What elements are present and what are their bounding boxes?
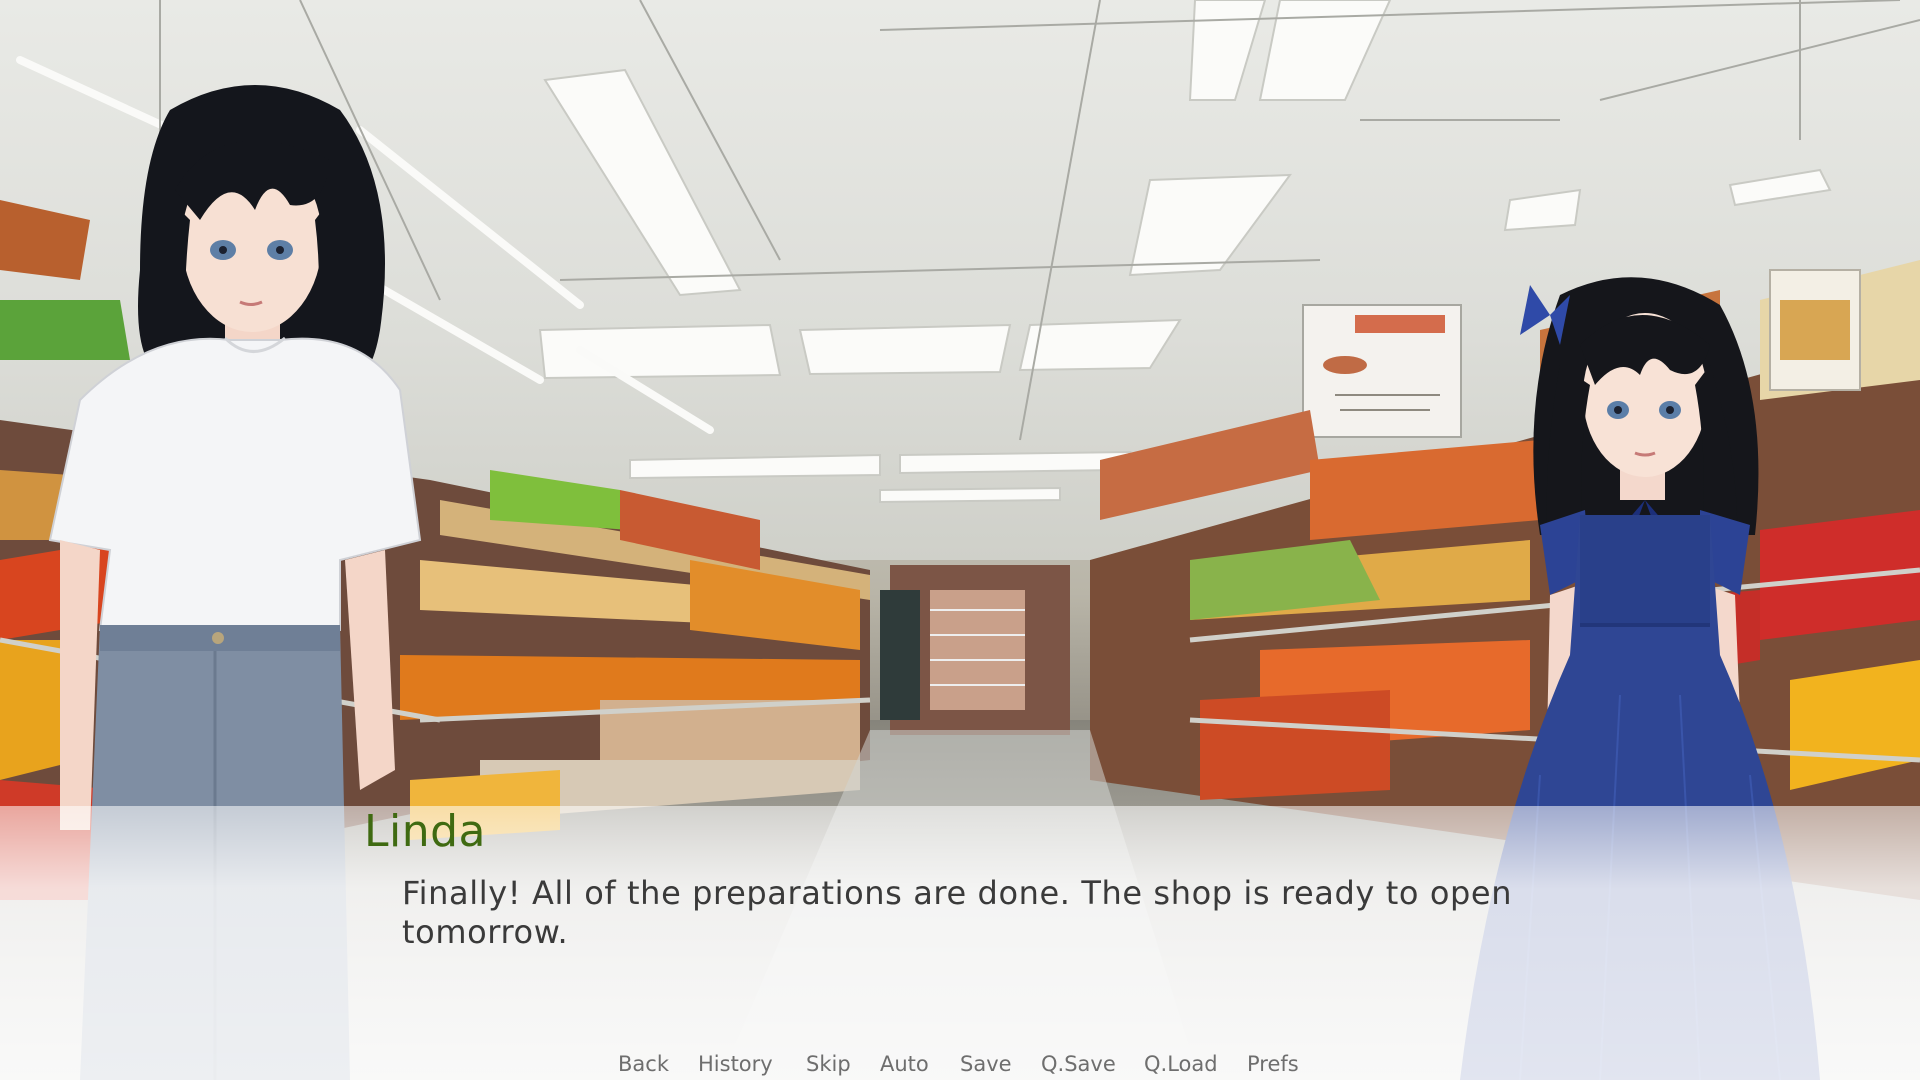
- skip-button[interactable]: Skip: [806, 1052, 851, 1076]
- game-scene[interactable]: Linda Finally! All of the preparations a…: [0, 0, 1920, 1080]
- dialogue-text: Finally! All of the preparations are don…: [402, 874, 1513, 951]
- quick-menu: Back History Skip Auto Save Q.Save Q.Loa…: [0, 1052, 1920, 1080]
- speaker-name: Linda: [364, 806, 487, 857]
- history-button[interactable]: History: [698, 1052, 773, 1076]
- back-button[interactable]: Back: [618, 1052, 669, 1076]
- quick-load-button[interactable]: Q.Load: [1144, 1052, 1218, 1076]
- preferences-button[interactable]: Prefs: [1247, 1052, 1299, 1076]
- save-button[interactable]: Save: [960, 1052, 1012, 1076]
- auto-button[interactable]: Auto: [880, 1052, 929, 1076]
- quick-save-button[interactable]: Q.Save: [1041, 1052, 1116, 1076]
